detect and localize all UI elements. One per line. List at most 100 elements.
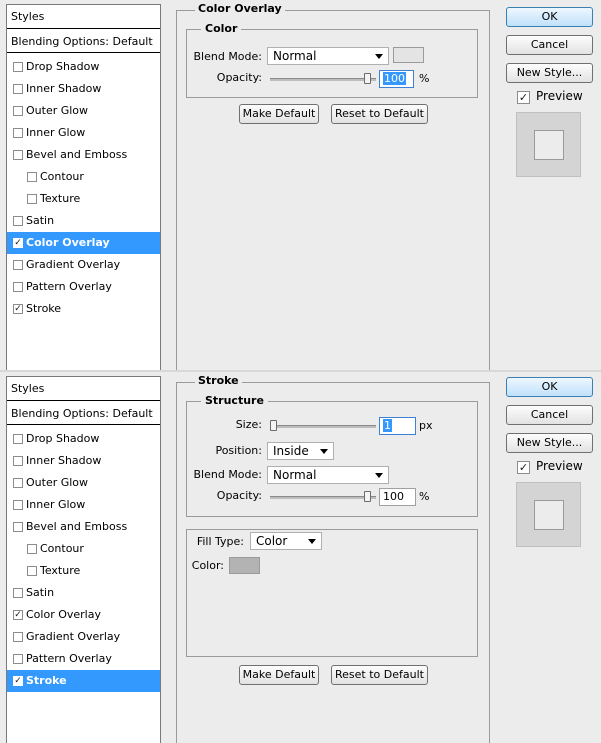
effect-item[interactable]: Drop Shadow [7, 56, 160, 78]
opacity-slider[interactable] [270, 491, 376, 502]
effect-checkbox[interactable] [13, 282, 23, 292]
new-style-button[interactable]: New Style... [506, 433, 593, 453]
effect-checkbox[interactable] [13, 216, 23, 226]
position-select[interactable]: Inside [267, 442, 334, 460]
effect-checkbox[interactable] [13, 128, 23, 138]
opacity-input[interactable]: 100 [379, 70, 414, 88]
effect-item[interactable]: Gradient Overlay [7, 254, 160, 276]
effect-checkbox[interactable] [13, 150, 23, 160]
ok-button[interactable]: OK [506, 7, 593, 27]
effect-item[interactable]: Inner Shadow [7, 450, 160, 472]
effect-item[interactable]: Inner Glow [7, 122, 160, 144]
make-default-button[interactable]: Make Default [239, 104, 319, 124]
opacity-label: Opacity: [216, 489, 262, 502]
effect-checkbox[interactable] [13, 456, 23, 466]
styles-header[interactable]: Styles [7, 5, 160, 29]
size-value: 1 [383, 419, 392, 432]
effect-checkbox[interactable] [13, 632, 23, 642]
effect-item[interactable]: Inner Shadow [7, 78, 160, 100]
reset-to-default-button[interactable]: Reset to Default [331, 665, 428, 685]
effect-checkbox[interactable]: ✓ [13, 304, 23, 314]
effect-item[interactable]: Outer Glow [7, 100, 160, 122]
effect-item[interactable]: ✓ Stroke [7, 298, 160, 320]
effect-checkbox[interactable] [13, 588, 23, 598]
style-preview-thumbnail [516, 482, 581, 547]
reset-to-default-button[interactable]: Reset to Default [331, 104, 428, 124]
effect-checkbox[interactable] [27, 172, 37, 182]
styles-list: Styles Blending Options: Default Drop Sh… [6, 376, 161, 743]
effect-checkbox[interactable] [13, 522, 23, 532]
overlay-color-swatch[interactable] [393, 47, 424, 63]
layer-style-dialog-color-overlay: Styles Blending Options: Default Drop Sh… [0, 0, 601, 371]
new-style-button[interactable]: New Style... [506, 63, 593, 83]
effect-item[interactable]: Pattern Overlay [7, 276, 160, 298]
effect-checkbox[interactable] [13, 434, 23, 444]
effect-label: Gradient Overlay [26, 258, 121, 271]
opacity-input[interactable]: 100 [379, 488, 416, 506]
styles-header[interactable]: Styles [7, 377, 160, 401]
effect-item[interactable]: Inner Glow [7, 494, 160, 516]
blending-options-item[interactable]: Blending Options: Default [7, 31, 160, 53]
effect-label: Drop Shadow [26, 432, 100, 445]
effect-label: Satin [26, 214, 55, 227]
cancel-button[interactable]: Cancel [506, 35, 593, 55]
slider-thumb[interactable] [270, 420, 277, 431]
opacity-unit: % [419, 490, 430, 503]
make-default-button[interactable]: Make Default [239, 665, 319, 685]
effect-checkbox[interactable] [27, 544, 37, 554]
effect-checkbox[interactable] [13, 84, 23, 94]
effect-checkbox[interactable]: ✓ [13, 676, 23, 686]
effect-checkbox[interactable] [13, 654, 23, 664]
effect-item[interactable]: Satin [7, 210, 160, 232]
effect-item[interactable]: Bevel and Emboss [7, 144, 160, 166]
effect-item[interactable]: Bevel and Emboss [7, 516, 160, 538]
effect-label: Texture [40, 564, 81, 577]
preview-square [534, 130, 564, 160]
effect-item[interactable]: Contour [7, 538, 160, 560]
blending-options-item[interactable]: Blending Options: Default [7, 403, 160, 425]
opacity-label: Opacity: [216, 71, 262, 84]
effect-checkbox[interactable] [13, 260, 23, 270]
effect-checkbox[interactable] [13, 478, 23, 488]
effect-checkbox[interactable] [13, 106, 23, 116]
blend-mode-select[interactable]: Normal [267, 47, 389, 65]
fill-type-select[interactable]: Color [250, 532, 322, 550]
effect-checkbox[interactable] [13, 62, 23, 72]
preview-checkbox[interactable]: ✓ [517, 461, 530, 474]
effect-item[interactable]: ✓ Color Overlay [7, 232, 160, 254]
cancel-button[interactable]: Cancel [506, 405, 593, 425]
effect-label: Inner Shadow [26, 82, 102, 95]
effect-checkbox[interactable] [27, 566, 37, 576]
effect-item[interactable]: Gradient Overlay [7, 626, 160, 648]
effect-checkbox[interactable]: ✓ [13, 610, 23, 620]
ok-button[interactable]: OK [506, 377, 593, 397]
effect-checkbox[interactable] [13, 500, 23, 510]
effect-item[interactable]: ✓ Color Overlay [7, 604, 160, 626]
effect-label: Gradient Overlay [26, 630, 121, 643]
size-input[interactable]: 1 [379, 417, 416, 435]
layer-style-dialog-stroke: Styles Blending Options: Default Drop Sh… [0, 372, 601, 743]
stroke-color-swatch[interactable] [229, 557, 260, 574]
blend-mode-label: Blend Mode: [193, 468, 263, 481]
effects-list: Drop Shadow Inner Shadow Outer Glow Inner G… [7, 56, 160, 320]
opacity-slider[interactable] [270, 73, 376, 84]
blend-mode-select[interactable]: Normal [267, 466, 389, 484]
effect-item[interactable]: Satin [7, 582, 160, 604]
effect-checkbox[interactable]: ✓ [13, 238, 23, 248]
effect-checkbox[interactable] [27, 194, 37, 204]
blend-mode-value: Normal [273, 468, 317, 482]
effect-item[interactable]: Texture [7, 188, 160, 210]
effect-item[interactable]: Drop Shadow [7, 428, 160, 450]
effect-item[interactable]: ✓ Stroke [7, 670, 160, 692]
effect-item[interactable]: Outer Glow [7, 472, 160, 494]
size-unit: px [419, 419, 433, 432]
effect-item[interactable]: Texture [7, 560, 160, 582]
slider-thumb[interactable] [364, 73, 371, 84]
style-preview-thumbnail [516, 112, 581, 177]
preview-checkbox[interactable]: ✓ [517, 91, 530, 104]
effect-item[interactable]: Contour [7, 166, 160, 188]
effect-item[interactable]: Pattern Overlay [7, 648, 160, 670]
size-slider[interactable] [270, 420, 376, 431]
slider-thumb[interactable] [364, 491, 371, 502]
chevron-down-icon [308, 539, 316, 544]
